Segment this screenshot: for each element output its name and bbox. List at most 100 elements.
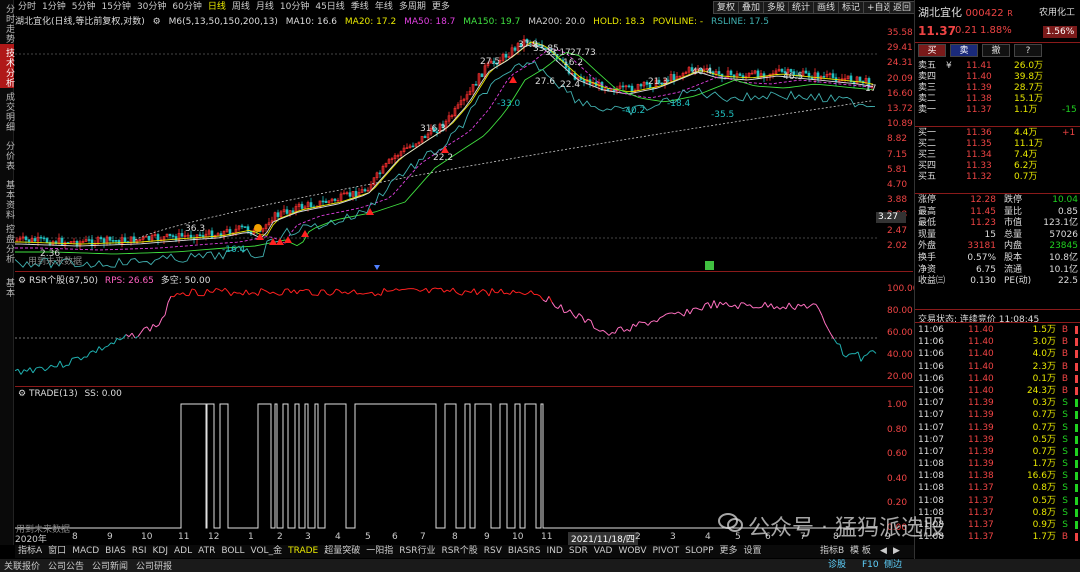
tick-row[interactable]: 11:08 11.37 0.5万 S: [918, 495, 1078, 507]
period-3[interactable]: 15分钟: [98, 0, 133, 14]
indicator-tab-15[interactable]: RSV: [481, 545, 505, 558]
settings-icon[interactable]: ⚙: [153, 17, 161, 27]
order-row[interactable]: 卖三 11.39 28.7万: [918, 83, 1078, 94]
period-10[interactable]: 45日线: [312, 0, 347, 14]
indicator-tab-19[interactable]: VAD: [591, 545, 616, 558]
indicator-tab-17[interactable]: IND: [544, 545, 566, 558]
period-5[interactable]: 60分钟: [169, 0, 204, 14]
status-link-2[interactable]: 公司新闻: [88, 559, 132, 572]
order-row[interactable]: 买一 11.36 4.4万 +1: [918, 128, 1078, 139]
order-row[interactable]: 买三 11.34 7.4万: [918, 150, 1078, 161]
period-1[interactable]: 1分钟: [39, 0, 69, 14]
indicator-tab-14[interactable]: RSR个股: [439, 545, 481, 558]
left-arrow-icon[interactable]: ◀: [880, 545, 887, 558]
left-tab-0[interactable]: 分时走势: [0, 0, 14, 44]
rsr-chart[interactable]: [15, 284, 877, 384]
period-0[interactable]: 分时: [15, 0, 39, 14]
indicator-tab-9[interactable]: VOL_金: [247, 545, 285, 558]
order-row[interactable]: 卖二 11.38 15.1万: [918, 94, 1078, 105]
sector-name[interactable]: 农用化工: [1039, 5, 1075, 18]
order-row[interactable]: 买五 11.32 0.7万: [918, 172, 1078, 183]
indicator-tab-18[interactable]: SDR: [566, 545, 591, 558]
fuquan-button[interactable]: 复权: [713, 1, 740, 14]
left-tab-1[interactable]: 技术分析: [0, 44, 14, 88]
stats-button[interactable]: 统计: [788, 1, 815, 14]
order-row[interactable]: 买四 11.33 6.2万: [918, 161, 1078, 172]
indicator-tab-4[interactable]: RSI: [129, 545, 150, 558]
indicator-tab-8[interactable]: BOLL: [218, 545, 247, 558]
tick-row[interactable]: 11:06 11.40 1.5万 B: [918, 324, 1078, 336]
indicator-tab-0[interactable]: 指标A: [15, 545, 45, 558]
mark-button[interactable]: 标记: [838, 1, 865, 14]
trade-settings-icon[interactable]: ⚙: [18, 389, 26, 399]
tick-row[interactable]: 11:08 11.39 1.7万 S: [918, 458, 1078, 470]
period-9[interactable]: 10分钟: [277, 0, 312, 14]
indicator-tab-3[interactable]: BIAS: [102, 545, 129, 558]
overlay-button[interactable]: 叠加: [738, 1, 765, 14]
indicator-tab-5[interactable]: KDJ: [150, 545, 172, 558]
tick-row[interactable]: 11:08 11.38 16.6万 S: [918, 470, 1078, 482]
status-link-0[interactable]: 关联报价: [0, 559, 44, 572]
side-button[interactable]: 侧边: [884, 559, 902, 572]
draw-line-button[interactable]: 画线: [813, 1, 840, 14]
back-button[interactable]: 返回: [889, 1, 916, 14]
indicator-tab-22[interactable]: SLOPP: [682, 545, 716, 558]
tick-row[interactable]: 11:06 11.40 0.1万 B: [918, 373, 1078, 385]
tick-row[interactable]: 11:07 11.39 0.5万 S: [918, 434, 1078, 446]
status-link-1[interactable]: 公司公告: [44, 559, 88, 572]
right-arrow-icon[interactable]: ▶: [893, 545, 900, 558]
tick-row[interactable]: 11:07 11.39 0.7万 S: [918, 446, 1078, 458]
period-6[interactable]: 日线: [205, 0, 229, 14]
indicator-tab-2[interactable]: MACD: [69, 545, 102, 558]
period-8[interactable]: 月线: [253, 0, 277, 14]
buy-button[interactable]: 买: [918, 44, 946, 57]
period-7[interactable]: 周线: [229, 0, 253, 14]
order-row[interactable]: 卖一 11.37 1.1万 -15: [918, 105, 1078, 116]
period-11[interactable]: 季线: [348, 0, 372, 14]
kline-chart[interactable]: [15, 28, 877, 270]
diag-button[interactable]: 诊股: [828, 559, 846, 572]
indicator-tab-13[interactable]: RSR行业: [396, 545, 438, 558]
tick-row[interactable]: 11:07 11.39 0.7万 S: [918, 422, 1078, 434]
period-4[interactable]: 30分钟: [134, 0, 169, 14]
left-tab-5[interactable]: 控盘分析: [0, 220, 14, 264]
indicator-tab-24[interactable]: 设置: [741, 545, 765, 558]
indicator-tab-6[interactable]: ADL: [171, 545, 195, 558]
tick-row[interactable]: 11:06 11.40 4.0万 B: [918, 348, 1078, 360]
sell-button[interactable]: 卖: [950, 44, 978, 57]
indicator-tab-11[interactable]: 超量突破: [321, 545, 363, 558]
tick-row[interactable]: 11:07 11.39 0.7万 S: [918, 409, 1078, 421]
tick-row[interactable]: 11:06 11.40 3.0万 B: [918, 336, 1078, 348]
indicator-tab-12[interactable]: 一阳指: [363, 545, 396, 558]
period-13[interactable]: 多周期: [396, 0, 429, 14]
f10-button[interactable]: F10: [862, 559, 879, 572]
indicator-tab-7[interactable]: ATR: [195, 545, 218, 558]
cancel-button[interactable]: 撤: [982, 44, 1010, 57]
help-button[interactable]: ?: [1014, 44, 1042, 57]
period-12[interactable]: 年线: [372, 0, 396, 14]
left-tab-3[interactable]: 分价表: [0, 132, 14, 176]
pane-divider[interactable]: [15, 271, 913, 272]
order-row[interactable]: 卖四 11.40 39.8万: [918, 72, 1078, 83]
status-link-3[interactable]: 公司研报: [132, 559, 176, 572]
tick-row[interactable]: 11:06 11.40 2.3万 B: [918, 361, 1078, 373]
order-row[interactable]: 卖五 11.41 26.0万 ¥: [918, 61, 1078, 72]
indicator-tab-16[interactable]: BIASRS: [505, 545, 544, 558]
multi-stock-button[interactable]: 多股: [763, 1, 790, 14]
indicator-tab-10[interactable]: TRADE: [285, 545, 321, 558]
indicator-b-button[interactable]: 指标B: [820, 545, 844, 558]
tick-row[interactable]: 11:08 11.37 0.8万 S: [918, 482, 1078, 494]
period-14[interactable]: 更多: [429, 0, 453, 14]
period-2[interactable]: 5分钟: [69, 0, 99, 14]
left-tab-6[interactable]: 基本: [0, 264, 14, 308]
indicator-tab-20[interactable]: WOBV: [615, 545, 649, 558]
indicator-tab-23[interactable]: 更多: [717, 545, 741, 558]
pane-divider[interactable]: [15, 386, 913, 387]
left-tab-4[interactable]: 基本资料: [0, 176, 14, 220]
order-row[interactable]: 买二 11.35 11.1万: [918, 139, 1078, 150]
tick-row[interactable]: 11:07 11.39 0.3万 S: [918, 397, 1078, 409]
indicator-tab-21[interactable]: PIVOT: [650, 545, 683, 558]
left-tab-2[interactable]: 成交明细: [0, 88, 14, 132]
indicator-tab-1[interactable]: 窗口: [45, 545, 69, 558]
template-button[interactable]: 模 板: [850, 545, 871, 558]
